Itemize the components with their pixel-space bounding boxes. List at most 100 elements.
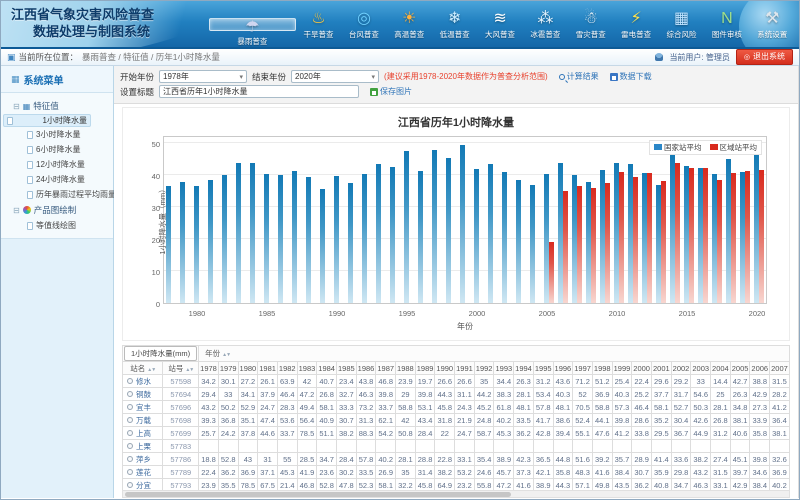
sidebar-item-annual-rainstorm-avg[interactable]: 历年暴雨过程平均雨量 bbox=[3, 187, 111, 202]
sort-arrows-icon[interactable]: ▲▼ bbox=[222, 352, 230, 358]
year-column-header[interactable]: 2005 bbox=[730, 362, 750, 375]
year-column-header[interactable]: 2000 bbox=[632, 362, 652, 375]
value-cell: 33.1 bbox=[455, 453, 475, 466]
year-column-header[interactable]: 1990 bbox=[435, 362, 455, 375]
year-column-header[interactable]: 1994 bbox=[514, 362, 534, 375]
download-data-button[interactable]: 数据下载 bbox=[610, 71, 652, 82]
year-header-cell[interactable]: 年份▲▼ bbox=[199, 346, 790, 362]
row-radio[interactable] bbox=[127, 404, 133, 410]
value-cell: 22.8 bbox=[435, 453, 455, 466]
year-column-header[interactable]: 1991 bbox=[455, 362, 475, 375]
toolbar-item-drought-survey[interactable]: ♨干旱普查 bbox=[296, 3, 341, 45]
row-radio[interactable] bbox=[127, 417, 133, 423]
sidebar-group-product-mapping[interactable]: ⊟产品图绘制 bbox=[3, 202, 111, 218]
toolbar-item-lightning-survey[interactable]: ⚡雷电普查 bbox=[613, 3, 658, 45]
value-cell: 55 bbox=[277, 453, 297, 466]
year-column-header[interactable]: 1984 bbox=[317, 362, 337, 375]
year-column-header[interactable]: 1995 bbox=[533, 362, 553, 375]
toolbar-item-hightemp-survey[interactable]: ☀高温普查 bbox=[387, 3, 432, 45]
year-column-header[interactable]: 1982 bbox=[277, 362, 297, 375]
table-row[interactable]: 上栗57783 bbox=[123, 440, 790, 453]
year-column-header[interactable]: 1993 bbox=[494, 362, 514, 375]
sidebar-item-24h-precip[interactable]: 24小时降水量 bbox=[3, 172, 111, 187]
calculate-button[interactable]: 计算结果 bbox=[559, 71, 599, 82]
toolbar-item-typhoon-survey[interactable]: ◎台风普查 bbox=[341, 3, 386, 45]
sidebar-item-12h-precip[interactable]: 12小时降水量 bbox=[3, 157, 111, 172]
start-year-select[interactable]: 1978年▾ bbox=[159, 70, 247, 83]
year-column-header[interactable]: 1978 bbox=[199, 362, 219, 375]
table-row[interactable]: 上高5769925.724.237.844.633.778.551.138.28… bbox=[123, 427, 790, 440]
value-cell: 53.4 bbox=[533, 388, 553, 401]
row-radio[interactable] bbox=[127, 482, 133, 488]
year-column-header[interactable]: 1996 bbox=[553, 362, 573, 375]
sidebar-group-feature-values[interactable]: ⊟▦特征值 bbox=[3, 98, 111, 114]
toolbar-item-gale-survey[interactable]: ≋大风普查 bbox=[477, 3, 522, 45]
row-radio[interactable] bbox=[127, 378, 133, 384]
horizontal-scrollbar[interactable] bbox=[122, 490, 790, 498]
row-radio[interactable] bbox=[127, 443, 133, 449]
sort-arrows-icon[interactable]: ▲▼ bbox=[185, 367, 193, 373]
toolbar-item-lowtemp-survey[interactable]: ❄低温普查 bbox=[432, 3, 477, 45]
station-name-header[interactable]: 站名▲▼ bbox=[123, 362, 163, 375]
year-column-header[interactable]: 2003 bbox=[691, 362, 711, 375]
value-cell: 22.4 bbox=[632, 375, 652, 388]
sort-arrows-icon[interactable]: ▲▼ bbox=[147, 367, 155, 373]
year-column-header[interactable]: 2002 bbox=[671, 362, 691, 375]
year-column-header[interactable]: 1981 bbox=[258, 362, 278, 375]
table-row[interactable]: 萍乡5778618.852.843315528.534.728.457.840.… bbox=[123, 453, 790, 466]
row-radio[interactable] bbox=[127, 430, 133, 436]
sidebar-item-1h-precip[interactable]: 1小时降水量 bbox=[3, 114, 91, 127]
sidebar-item-6h-precip[interactable]: 6小时降水量 bbox=[3, 142, 111, 157]
toolbar-item-composite-risk[interactable]: ▦综合风险 bbox=[659, 3, 704, 45]
year-column-header[interactable]: 1983 bbox=[297, 362, 317, 375]
toolbar-item-rainstorm-survey[interactable]: ☂暴雨普查 bbox=[209, 18, 296, 31]
horizontal-scrollbar-thumb[interactable] bbox=[125, 492, 511, 497]
year-column-header[interactable]: 1979 bbox=[218, 362, 238, 375]
value-cell bbox=[730, 440, 750, 453]
year-column-header[interactable]: 2001 bbox=[651, 362, 671, 375]
row-radio[interactable] bbox=[127, 391, 133, 397]
year-column-header[interactable]: 1999 bbox=[612, 362, 632, 375]
expander-icon[interactable]: ⊟ bbox=[13, 206, 20, 215]
chart-title-input[interactable] bbox=[159, 85, 359, 98]
logout-button[interactable]: ◎ 退出系统 bbox=[736, 49, 793, 65]
year-column-header[interactable]: 1989 bbox=[415, 362, 435, 375]
station-name-cell: 宜丰 bbox=[123, 401, 163, 414]
value-cell: 38.8 bbox=[750, 375, 770, 388]
sidebar-item-3h-precip[interactable]: 3小时降水量 bbox=[3, 127, 111, 142]
year-column-header[interactable]: 1987 bbox=[376, 362, 396, 375]
table-row[interactable]: 万载5769839.336.835.147.453.656.440.930.73… bbox=[123, 414, 790, 427]
year-column-header[interactable]: 2007 bbox=[770, 362, 790, 375]
toolbar-item-system-settings[interactable]: ⚒系统设置 bbox=[750, 3, 795, 45]
station-code-cell: 57598 bbox=[163, 375, 199, 388]
year-column-header[interactable]: 1998 bbox=[592, 362, 612, 375]
year-column-header[interactable]: 1980 bbox=[238, 362, 258, 375]
year-column-header[interactable]: 1988 bbox=[396, 362, 416, 375]
table-row[interactable]: 修水5759834.230.127.226.163.94240.723.443.… bbox=[123, 375, 790, 388]
toolbar-item-map-review[interactable]: N图件审核 bbox=[704, 3, 749, 45]
year-column-header[interactable]: 1985 bbox=[336, 362, 356, 375]
legend-swatch bbox=[654, 144, 662, 150]
year-column-header[interactable]: 2004 bbox=[711, 362, 731, 375]
station-code: 57793 bbox=[170, 481, 191, 490]
year-column-header[interactable]: 1986 bbox=[356, 362, 376, 375]
year-column-header[interactable]: 1997 bbox=[573, 362, 593, 375]
value-cell: 35 bbox=[474, 375, 494, 388]
table-row[interactable]: 宜丰5769643.250.252.924.728.349.458.133.37… bbox=[123, 401, 790, 414]
row-radio[interactable] bbox=[127, 469, 133, 475]
table-row[interactable]: 铜鼓5769429.43334.137.946.447.226.832.746.… bbox=[123, 388, 790, 401]
value-cell: 25.4 bbox=[612, 375, 632, 388]
row-radio[interactable] bbox=[127, 456, 133, 462]
table-row[interactable]: 莲花5778922.436.236.937.145.341.923.630.23… bbox=[123, 466, 790, 479]
sidebar-item-contour-plot[interactable]: 等值线绘图 bbox=[3, 218, 111, 233]
toolbar-item-hail-survey[interactable]: ⁂冰雹普查 bbox=[523, 3, 568, 45]
year-column-header[interactable]: 2006 bbox=[750, 362, 770, 375]
vertical-scrollbar[interactable] bbox=[798, 66, 799, 498]
year-column-header[interactable]: 1992 bbox=[474, 362, 494, 375]
toolbar-item-snow-survey[interactable]: ☃雪灾普查 bbox=[568, 3, 613, 45]
save-image-button[interactable]: 保存图片 bbox=[370, 86, 412, 97]
value-cell: 27.3 bbox=[750, 401, 770, 414]
end-year-select[interactable]: 2020年▾ bbox=[291, 70, 379, 83]
station-code-header[interactable]: 站号▲▼ bbox=[163, 362, 199, 375]
expander-icon[interactable]: ⊟ bbox=[13, 102, 20, 111]
